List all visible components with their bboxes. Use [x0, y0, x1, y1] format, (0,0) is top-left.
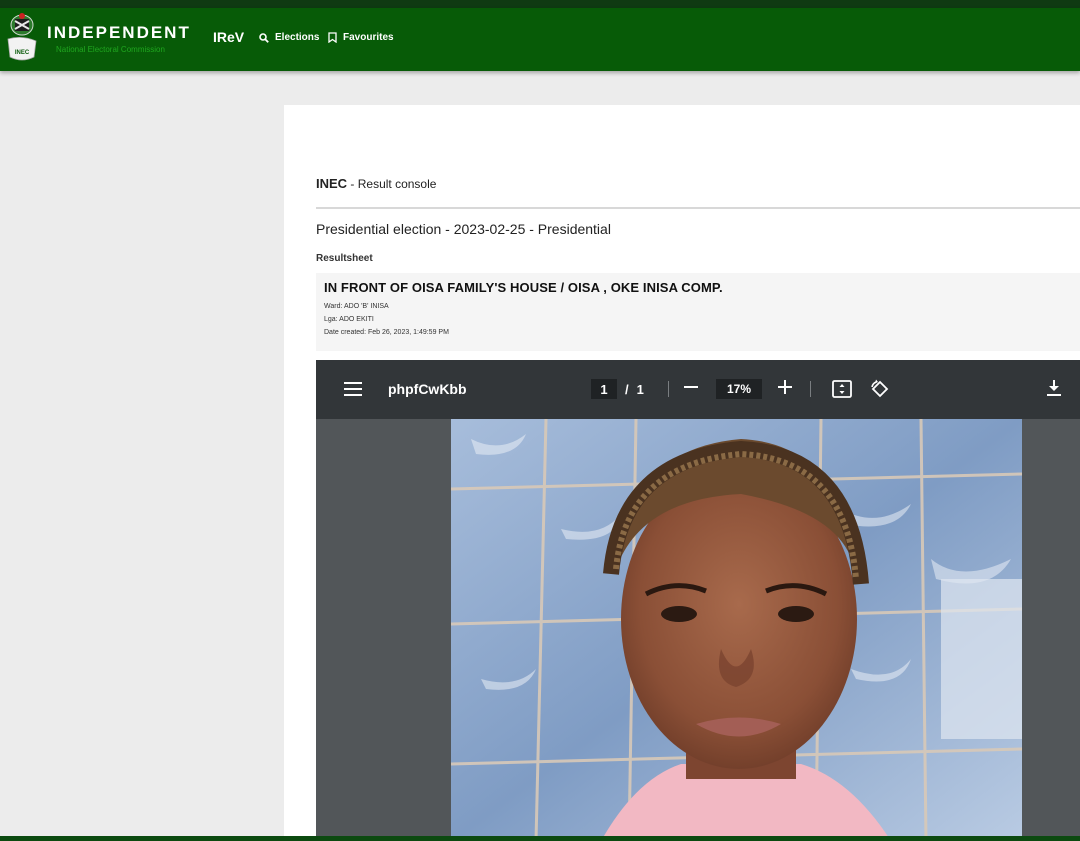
inec-logo[interactable]: INEC [4, 13, 40, 65]
nav-favourites-label: Favourites [343, 32, 394, 43]
app-name-link[interactable]: IReV [213, 29, 244, 45]
zoom-out-icon[interactable] [684, 379, 698, 400]
download-icon[interactable] [1046, 379, 1062, 402]
page-indicator: 1 / 1 [591, 379, 644, 399]
pdf-page-image [451, 419, 1022, 841]
polling-unit-name: IN FRONT OF OISA FAMILY'S HOUSE / OISA ,… [324, 280, 723, 295]
nav-favourites-link[interactable]: Favourites [328, 32, 394, 43]
fit-page-icon[interactable] [832, 380, 852, 403]
logo-text: INEC [15, 50, 30, 56]
election-title: Presidential election - 2023-02-25 - Pre… [316, 221, 611, 237]
console-title: INEC - Result console [316, 176, 436, 191]
top-strip [0, 0, 1080, 8]
resultsheet-label: Resultsheet [316, 253, 373, 264]
menu-icon[interactable] [344, 382, 362, 401]
brand[interactable]: INDEPENDENT National Electoral Commissio… [47, 24, 191, 56]
brand-subtitle: National Electoral Commission [56, 45, 165, 54]
pdf-filename: phpfCwKbb [388, 381, 467, 397]
date-created-text: Date created: Feb 26, 2023, 1:49:59 PM [324, 329, 449, 336]
console-label: - Result console [347, 177, 437, 191]
nav-elections-link[interactable]: Elections [259, 32, 319, 43]
pdf-toolbar: phpfCwKbb 1 / 1 17% [316, 360, 1080, 419]
rotate-icon[interactable] [870, 379, 890, 404]
bookmark-icon [328, 32, 337, 43]
polling-unit-info: IN FRONT OF OISA FAMILY'S HOUSE / OISA ,… [316, 273, 1080, 351]
toolbar-separator [668, 381, 669, 397]
toolbar-separator [810, 381, 811, 397]
search-icon [259, 32, 269, 43]
zoom-in-icon[interactable] [778, 377, 792, 403]
top-navbar: INEC INDEPENDENT National Electoral Comm… [0, 8, 1080, 71]
ward-text: Ward: ADO 'B' INISA [324, 303, 389, 310]
zoom-input[interactable]: 17% [716, 379, 762, 399]
pdf-viewer[interactable]: phpfCwKbb 1 / 1 17% [316, 360, 1080, 841]
divider [316, 207, 1080, 209]
nav-elections-label: Elections [275, 32, 320, 43]
page-separator: / [625, 381, 629, 397]
lga-text: Lga: ADO EKITI [324, 316, 374, 323]
console-org: INEC [316, 176, 348, 191]
bottom-strip [0, 836, 1080, 841]
page-number-input[interactable]: 1 [591, 379, 617, 399]
brand-title: INDEPENDENT [47, 23, 191, 42]
result-card: INEC - Result console Presidential elect… [284, 105, 1080, 841]
total-pages: 1 [636, 381, 644, 397]
